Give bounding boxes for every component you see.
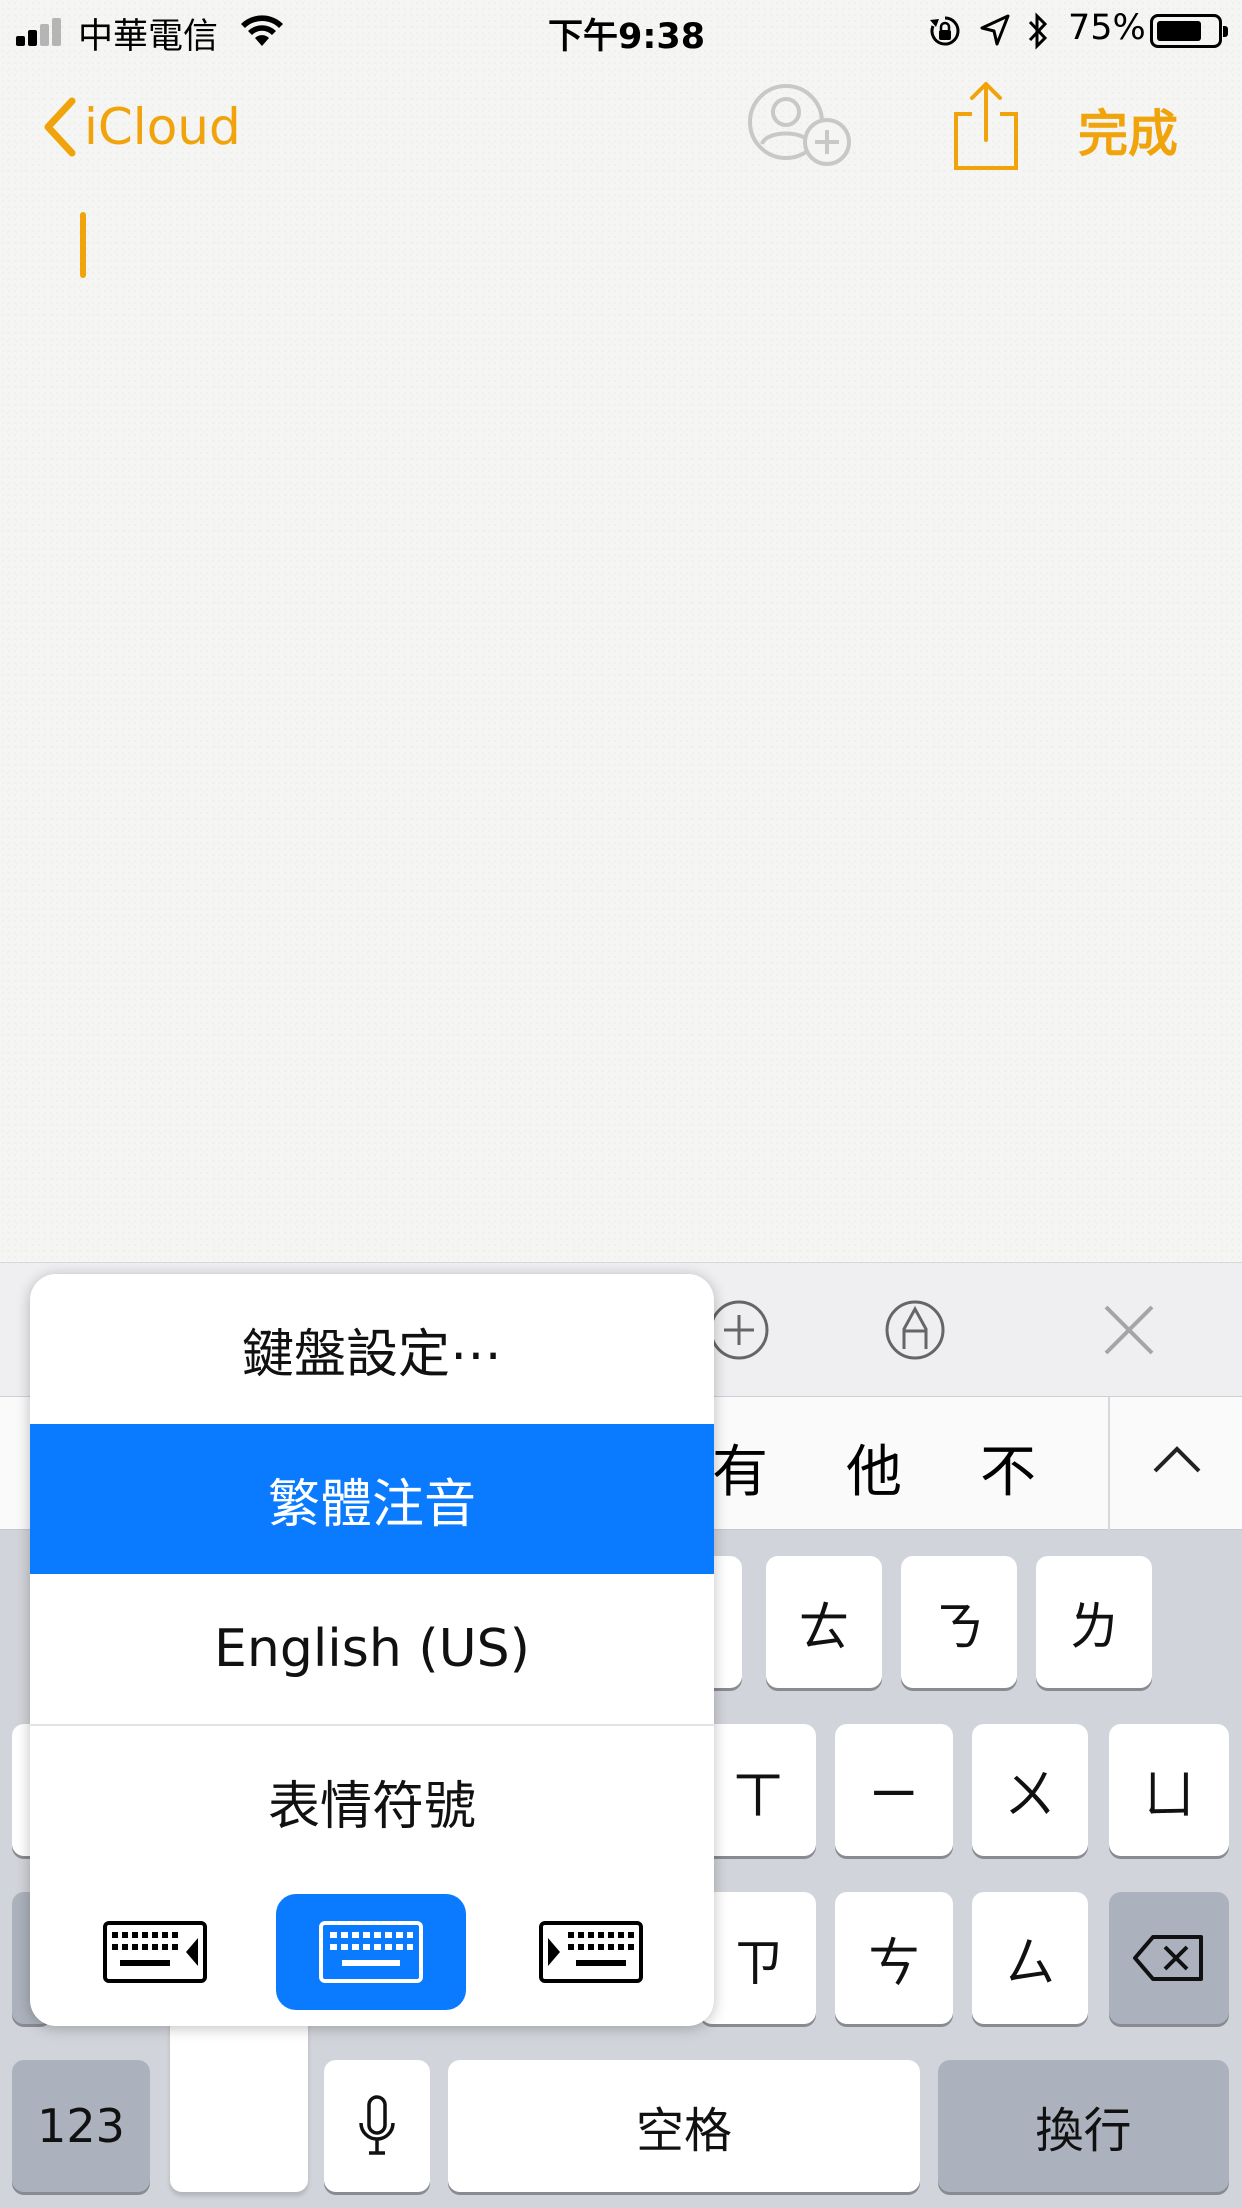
space-key[interactable]: 空格: [448, 2060, 920, 2192]
key[interactable]: ㄨ: [972, 1724, 1088, 1856]
keyboard-right-layout-button[interactable]: [496, 1894, 686, 2010]
markup-pen-icon[interactable]: [884, 1299, 946, 1361]
key[interactable]: ㄘ: [835, 1892, 953, 2024]
key[interactable]: ㄋ: [901, 1556, 1017, 1688]
globe-key-tail[interactable]: [170, 2010, 308, 2192]
keyboard-option-zhuyin[interactable]: 繁體注音: [30, 1424, 714, 1574]
back-label: iCloud: [84, 98, 241, 156]
expand-candidates-icon[interactable]: [1150, 1439, 1204, 1479]
battery-icon: [1150, 14, 1228, 48]
delete-key[interactable]: [1109, 1892, 1229, 2024]
dictation-key[interactable]: [324, 2060, 430, 2192]
add-person-icon[interactable]: [744, 82, 854, 172]
key[interactable]: ㄙ: [972, 1892, 1088, 2024]
keyboard-left-icon: [103, 1921, 207, 1983]
keyboard-option-english[interactable]: English (US): [30, 1574, 714, 1724]
close-icon[interactable]: [1098, 1299, 1160, 1361]
done-button[interactable]: 完成: [1078, 94, 1178, 166]
chevron-left-icon: [44, 97, 76, 157]
clock: 下午9:38: [548, 17, 706, 57]
battery-percent: 75%: [1068, 8, 1146, 48]
bluetooth-icon: [1028, 12, 1048, 50]
key[interactable]: ㄗ: [700, 1892, 816, 2024]
keyboard-center-icon: [319, 1921, 423, 1983]
battery-level: [1157, 21, 1201, 41]
key[interactable]: ㄌ: [1036, 1556, 1152, 1688]
candidate-divider: [1108, 1397, 1110, 1531]
back-button[interactable]: iCloud: [40, 92, 241, 162]
return-key[interactable]: 換行: [938, 2060, 1229, 2192]
numbers-key[interactable]: 123: [12, 2060, 150, 2192]
candidate-word[interactable]: 他: [846, 1427, 902, 1508]
keyboard-option-emoji[interactable]: 表情符號: [30, 1726, 714, 1876]
rotation-lock-icon: [930, 16, 960, 46]
note-canvas[interactable]: [0, 0, 1242, 1262]
key[interactable]: ㄒ: [700, 1724, 816, 1856]
candidate-word[interactable]: 有: [712, 1427, 768, 1508]
location-arrow-icon: [980, 14, 1010, 46]
share-icon[interactable]: [950, 80, 1022, 172]
add-circle-icon[interactable]: [708, 1299, 770, 1361]
signal-strength-icon: [16, 16, 72, 46]
key[interactable]: ㄊ: [766, 1556, 882, 1688]
microphone-icon: [359, 2095, 395, 2155]
carrier-name: 中華電信: [78, 17, 219, 57]
keyboard-left-layout-button[interactable]: [60, 1894, 250, 2010]
status-bar: 中華電信 下午9:38 75%: [0, 0, 1242, 62]
key[interactable]: ㄧ: [835, 1724, 953, 1856]
keyboard-right-icon: [539, 1921, 643, 1983]
key[interactable]: ㄩ: [1109, 1724, 1229, 1856]
wifi-icon: [241, 15, 283, 46]
text-cursor: [80, 212, 86, 278]
keyboard-settings-item[interactable]: 鍵盤設定⋯: [30, 1274, 714, 1424]
backspace-icon: [1133, 1935, 1203, 1981]
keyboard-center-layout-button[interactable]: [276, 1894, 466, 2010]
candidate-word[interactable]: 不: [980, 1427, 1036, 1508]
